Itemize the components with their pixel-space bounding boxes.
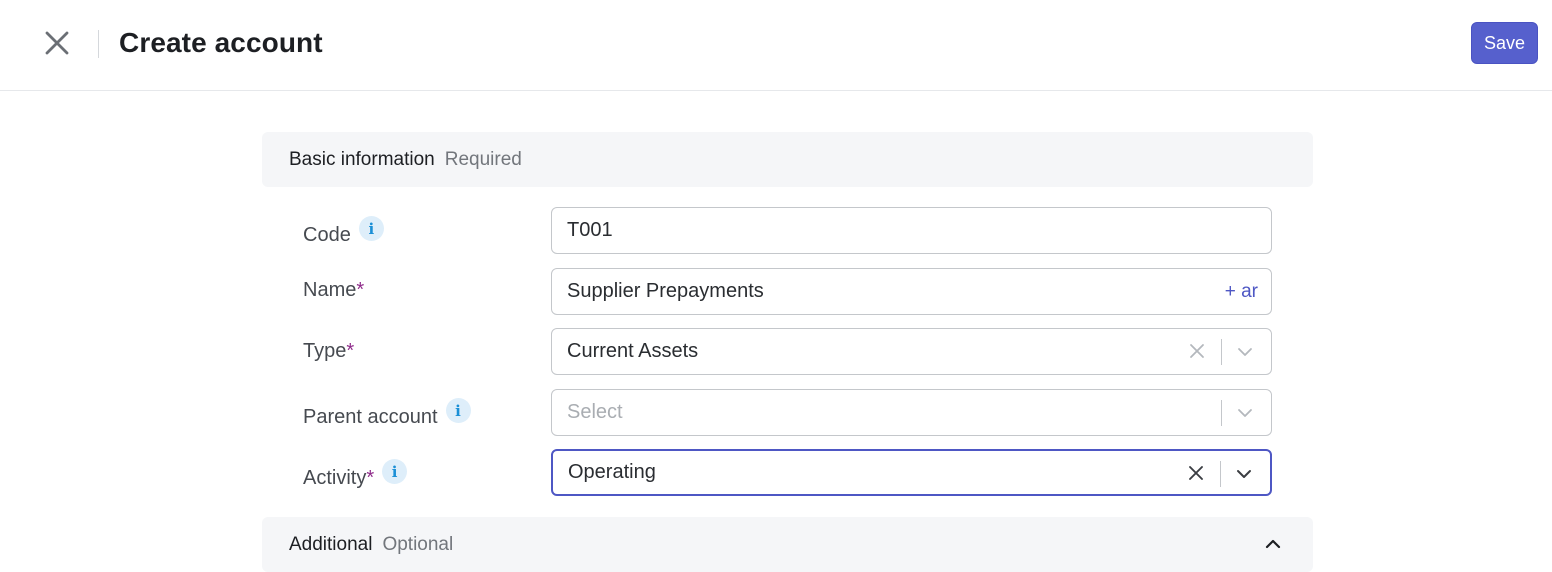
name-input[interactable]: Supplier Prepayments + ar [551,268,1272,315]
select-separator [1221,400,1222,426]
clear-icon[interactable] [1186,463,1206,483]
close-icon [45,31,69,55]
section-basic-information: Basic information Required [262,132,1313,187]
section-additional[interactable]: Additional Optional [262,517,1313,572]
section-subtitle: Required [444,148,522,170]
chevron-down-icon[interactable] [1234,464,1254,484]
type-label: Type * [303,340,354,363]
activity-label-text: Activity [303,467,367,489]
parent-account-label-text: Parent account [303,406,438,428]
name-value: Supplier Prepayments [567,280,764,302]
section-title: Additional [289,533,373,555]
type-select[interactable]: Current Assets [551,328,1272,375]
section-subtitle: Optional [382,533,454,555]
name-label: Name * [303,279,364,302]
required-mark: * [366,467,375,489]
code-input[interactable]: T001 [551,207,1272,254]
info-icon[interactable]: i [445,398,471,423]
required-mark: * [356,279,365,301]
parent-account-placeholder: Select [567,401,623,423]
chevron-down-icon[interactable] [1235,342,1255,362]
activity-select[interactable]: Operating [551,449,1272,496]
page-header: Create account Save [0,0,1552,91]
code-label-text: Code [303,224,351,246]
type-value: Current Assets [567,340,699,362]
info-icon[interactable]: i [358,216,384,241]
type-label-text: Type [303,340,347,362]
header-divider [98,30,99,58]
save-button[interactable]: Save [1471,22,1538,64]
close-button[interactable] [40,26,74,60]
parent-account-select[interactable]: Select [551,389,1272,436]
page-title: Create account [119,27,323,58]
chevron-down-icon[interactable] [1235,403,1255,423]
code-label: Code i [303,216,384,249]
name-label-text: Name [303,279,357,301]
chevron-up-icon[interactable] [1263,534,1283,554]
clear-icon[interactable] [1187,341,1207,361]
required-mark: * [346,340,355,362]
add-translation-button[interactable]: + ar [1225,281,1258,303]
select-separator [1221,339,1222,365]
activity-label: Activity * i [303,459,408,492]
info-icon[interactable]: i [382,459,408,484]
activity-value: Operating [568,461,656,483]
section-title: Basic information [289,148,435,170]
select-separator [1220,461,1221,487]
code-value: T001 [567,219,613,241]
parent-account-label: Parent account i [303,398,471,431]
